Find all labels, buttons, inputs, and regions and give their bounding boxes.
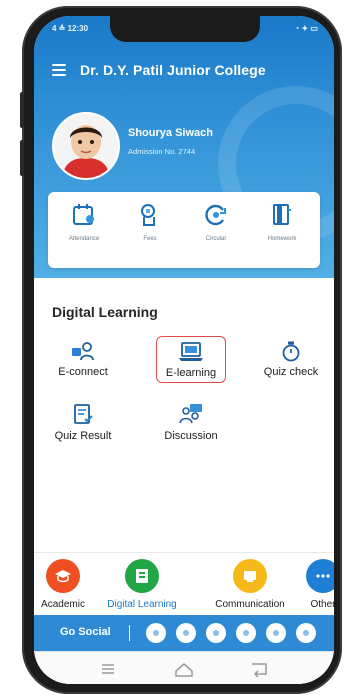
category-communication[interactable]: Communication [198,559,302,610]
twitter-icon[interactable] [266,623,286,643]
student-avatar[interactable] [52,112,120,180]
category-label: Academic [41,599,85,610]
tile-label: Quiz check [263,366,319,378]
home-icon[interactable] [175,663,193,677]
facebook-icon[interactable] [176,623,196,643]
quick-action-label: Fees [143,236,157,242]
e-learning-laptop-icon [179,342,203,361]
quick-action-label: Homework [267,236,297,242]
system-nav-bar [34,651,334,684]
camera-notch [110,16,260,42]
section-title: Digital Learning [52,304,158,320]
tile-discussion[interactable]: Discussion [152,402,230,442]
app-screen: 4 ≙ 12:30 ◔ ✦ ▭ Dr. D.Y. Patil Junior Co… [34,16,334,684]
tile-label: E-learning [165,367,217,379]
status-bar-left: 4 ≙ 12:30 [52,24,89,33]
category-label: Communication [215,599,285,610]
tile-label: Discussion [164,430,218,442]
category-label: Digital Learning [107,599,177,610]
communication-icon [233,559,267,593]
digital-learning-icon [125,559,159,593]
tile-e-learning[interactable]: E-learning [156,336,226,383]
tile-label: E-connect [58,366,108,378]
student-photo-icon [54,114,118,178]
tile-e-connect[interactable]: E-connect [44,340,122,378]
fees-icon [141,204,155,226]
admission-number: Admission No. 2744 [128,147,196,156]
recent-apps-icon[interactable] [102,664,114,674]
go-social-label: Go Social [60,626,111,638]
youtube-icon[interactable] [236,623,256,643]
status-bar-right: ◔ ✦ ▭ [294,24,318,33]
academic-cap-icon [46,559,80,593]
hamburger-menu-icon[interactable] [52,64,66,76]
category-other[interactable]: Other [306,559,334,610]
stopwatch-icon [282,341,300,362]
go-social-bar: Go Social [34,615,334,651]
link-icon[interactable] [296,623,316,643]
quick-actions-card: Attendance Fees Circular Homework [48,192,320,268]
tile-label: Quiz Result [54,430,112,442]
tile-quiz-check[interactable]: Quiz check [252,340,330,378]
linkedin-icon[interactable] [206,623,226,643]
category-academic[interactable]: Academic [34,559,92,610]
volume-down-button [20,140,24,176]
tile-quiz-result[interactable]: Quiz Result [44,402,122,442]
divider [129,625,130,641]
quick-action-homework[interactable]: Homework [252,202,312,242]
digital-learning-section: Digital Learning E-connect E-learning Qu… [34,278,334,562]
category-label: Other [310,599,334,610]
quick-action-label: Circular [205,236,227,242]
quiz-result-icon [74,404,93,424]
quick-action-fees[interactable]: Fees [120,202,180,242]
calendar-user-icon [73,204,94,225]
homework-book-icon [273,204,291,225]
quick-action-attendance[interactable]: Attendance [54,202,114,242]
quick-action-label: Attendance [68,236,100,242]
more-dots-icon [306,559,334,593]
back-icon[interactable] [252,663,267,678]
discussion-icon [179,404,202,424]
app-top-bar: Dr. D.Y. Patil Junior College [34,54,334,88]
e-connect-icon [72,342,94,361]
volume-up-button [20,92,24,128]
circular-icon [205,204,226,226]
instagram-icon[interactable] [146,623,166,643]
app-title: Dr. D.Y. Patil Junior College [80,62,266,78]
quick-action-circular[interactable]: Circular [186,202,246,242]
student-name: Shourya Siwach [128,127,213,139]
category-digital-learning[interactable]: Digital Learning [98,559,186,610]
